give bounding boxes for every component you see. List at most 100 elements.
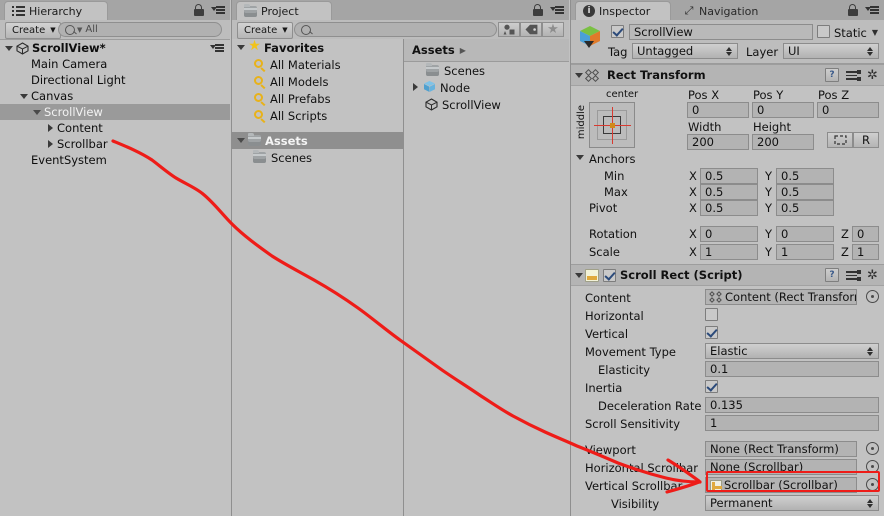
chevron-right-icon[interactable] (45, 139, 56, 150)
height-field[interactable]: 200 (752, 134, 814, 150)
rect-transform-header[interactable]: Rect Transform ? ✲ (571, 64, 884, 86)
blueprint-mode-button[interactable] (827, 132, 853, 148)
anchor-max-x-field[interactable]: 0.5 (700, 184, 758, 200)
project-favorite-item[interactable]: All Materials (232, 56, 403, 73)
lock-icon[interactable] (193, 4, 204, 16)
raw-mode-button[interactable]: R (853, 132, 879, 148)
hierarchy-row-scrollview[interactable]: ScrollView (0, 104, 230, 120)
favorite-star-icon[interactable]: ★ (542, 22, 564, 37)
deceleration-rate-field[interactable]: 0.135 (705, 397, 879, 413)
hierarchy-row-canvas[interactable]: Canvas (0, 88, 230, 104)
chevron-down-icon[interactable] (236, 135, 247, 146)
horizontal-checkbox[interactable] (705, 308, 718, 321)
pivot-x-field[interactable]: 0.5 (700, 200, 758, 216)
filter-by-label-icon[interactable] (520, 22, 542, 37)
viewport-object-picker-icon[interactable] (866, 442, 879, 455)
project-content-item[interactable]: Scenes (404, 62, 569, 79)
project-tree-pane[interactable]: ★ Favorites All Materials All Models All… (232, 39, 404, 516)
content-object-field[interactable]: Content (Rect Transform (705, 289, 857, 305)
hierarchy-search-input[interactable]: ▼ All (58, 22, 222, 37)
layer-dropdown[interactable]: UI (783, 43, 879, 59)
panel-menu-icon[interactable] (550, 4, 564, 16)
movement-type-dropdown[interactable]: Elastic (705, 343, 879, 359)
scroll-rect-enabled-checkbox[interactable] (603, 268, 616, 282)
scale-x-field[interactable]: 1 (700, 244, 758, 260)
anchor-preset-button[interactable] (589, 102, 635, 148)
tab-inspector[interactable]: i Inspector (575, 1, 671, 20)
help-icon[interactable]: ? (825, 68, 839, 82)
project-assets-section[interactable]: Assets (232, 132, 403, 149)
chevron-down-icon[interactable] (236, 42, 247, 53)
chevron-down-icon[interactable] (32, 107, 43, 118)
preset-icon[interactable] (846, 269, 861, 282)
tab-project[interactable]: Project (236, 1, 332, 20)
horizontal-scrollbar-object-field[interactable]: None (Scrollbar) (705, 459, 857, 475)
project-contents-pane[interactable]: Assets ▶ Scenes Node ScrollView (404, 39, 569, 516)
tab-hierarchy[interactable]: Hierarchy (4, 1, 108, 20)
width-field[interactable]: 200 (687, 134, 749, 150)
project-create-button[interactable]: Create ▼ (237, 22, 293, 39)
hierarchy-row-eventsystem[interactable]: EventSystem (0, 152, 230, 168)
vertical-scrollbar-picker-icon[interactable] (866, 478, 879, 491)
gameobject-name-field[interactable]: ScrollView (629, 24, 813, 40)
breadcrumb[interactable]: Assets ▶ (404, 39, 569, 62)
chevron-down-icon[interactable] (574, 270, 585, 281)
chevron-right-icon[interactable] (410, 82, 421, 93)
chevron-down-icon[interactable] (574, 70, 585, 81)
horizontal-scrollbar-picker-icon[interactable] (866, 460, 879, 473)
chevron-down-icon[interactable] (4, 43, 15, 54)
hierarchy-create-button[interactable]: Create ▼ (5, 22, 61, 39)
scale-y-field[interactable]: 1 (776, 244, 834, 260)
panel-menu-icon[interactable] (211, 4, 225, 16)
anchor-min-x-field[interactable]: 0.5 (700, 168, 758, 184)
project-favorite-item[interactable]: All Scripts (232, 107, 403, 124)
project-content-item[interactable]: Node (404, 79, 569, 96)
project-search-input[interactable] (294, 22, 497, 37)
pivot-y-field[interactable]: 0.5 (776, 200, 834, 216)
project-favorite-item[interactable]: All Models (232, 73, 403, 90)
help-icon[interactable]: ? (825, 268, 839, 282)
viewport-object-field[interactable]: None (Rect Transform) (705, 441, 857, 457)
scroll-sensitivity-field[interactable]: 1 (705, 415, 879, 431)
tag-dropdown[interactable]: Untagged (632, 43, 738, 59)
breadcrumb-assets[interactable]: Assets (412, 43, 455, 57)
gear-icon[interactable]: ✲ (866, 69, 879, 82)
filter-by-type-icon[interactable] (498, 22, 520, 37)
chevron-down-icon[interactable] (19, 91, 30, 102)
hierarchy-row-directional-light[interactable]: Directional Light (0, 72, 230, 88)
scene-context-menu-icon[interactable] (210, 42, 224, 54)
hierarchy-tree[interactable]: ScrollView* Main Camera Directional Ligh… (0, 40, 230, 516)
hierarchy-row-scrollbar[interactable]: Scrollbar (0, 136, 230, 152)
rotation-z-field[interactable]: 0 (852, 226, 879, 242)
hierarchy-row-content[interactable]: Content (0, 120, 230, 136)
vertical-scrollbar-object-field[interactable]: Scrollbar (Scrollbar) (705, 477, 857, 493)
tab-navigation[interactable]: ⤢ Navigation (675, 1, 781, 20)
preset-icon[interactable] (846, 69, 861, 82)
project-assets-child[interactable]: Scenes (232, 149, 403, 166)
chevron-right-icon[interactable] (45, 123, 56, 134)
lock-icon[interactable] (532, 4, 543, 16)
scale-z-field[interactable]: 1 (852, 244, 879, 260)
visibility-dropdown[interactable]: Permanent (705, 495, 879, 511)
panel-menu-icon[interactable] (865, 4, 879, 16)
inertia-checkbox[interactable] (705, 380, 718, 393)
static-checkbox[interactable] (817, 25, 830, 38)
lock-icon[interactable] (847, 4, 858, 16)
hierarchy-row-main-camera[interactable]: Main Camera (0, 56, 230, 72)
content-object-picker-icon[interactable] (866, 290, 879, 303)
vertical-checkbox[interactable] (705, 326, 718, 339)
anchor-max-y-field[interactable]: 0.5 (776, 184, 834, 200)
scroll-rect-header[interactable]: Scroll Rect (Script) ? ✲ (571, 264, 884, 286)
anchor-min-y-field[interactable]: 0.5 (776, 168, 834, 184)
pos-y-field[interactable]: 0 (752, 102, 814, 118)
gameobject-enabled-checkbox[interactable] (611, 25, 624, 38)
rotation-x-field[interactable]: 0 (700, 226, 758, 242)
pos-z-field[interactable]: 0 (817, 102, 879, 118)
project-favorite-item[interactable]: All Prefabs (232, 90, 403, 107)
rotation-y-field[interactable]: 0 (776, 226, 834, 242)
static-dropdown-icon[interactable]: ▼ (872, 28, 878, 37)
pos-x-field[interactable]: 0 (687, 102, 749, 118)
project-content-item[interactable]: ScrollView (404, 96, 569, 113)
chevron-down-icon[interactable] (575, 152, 586, 163)
elasticity-field[interactable]: 0.1 (705, 361, 879, 377)
